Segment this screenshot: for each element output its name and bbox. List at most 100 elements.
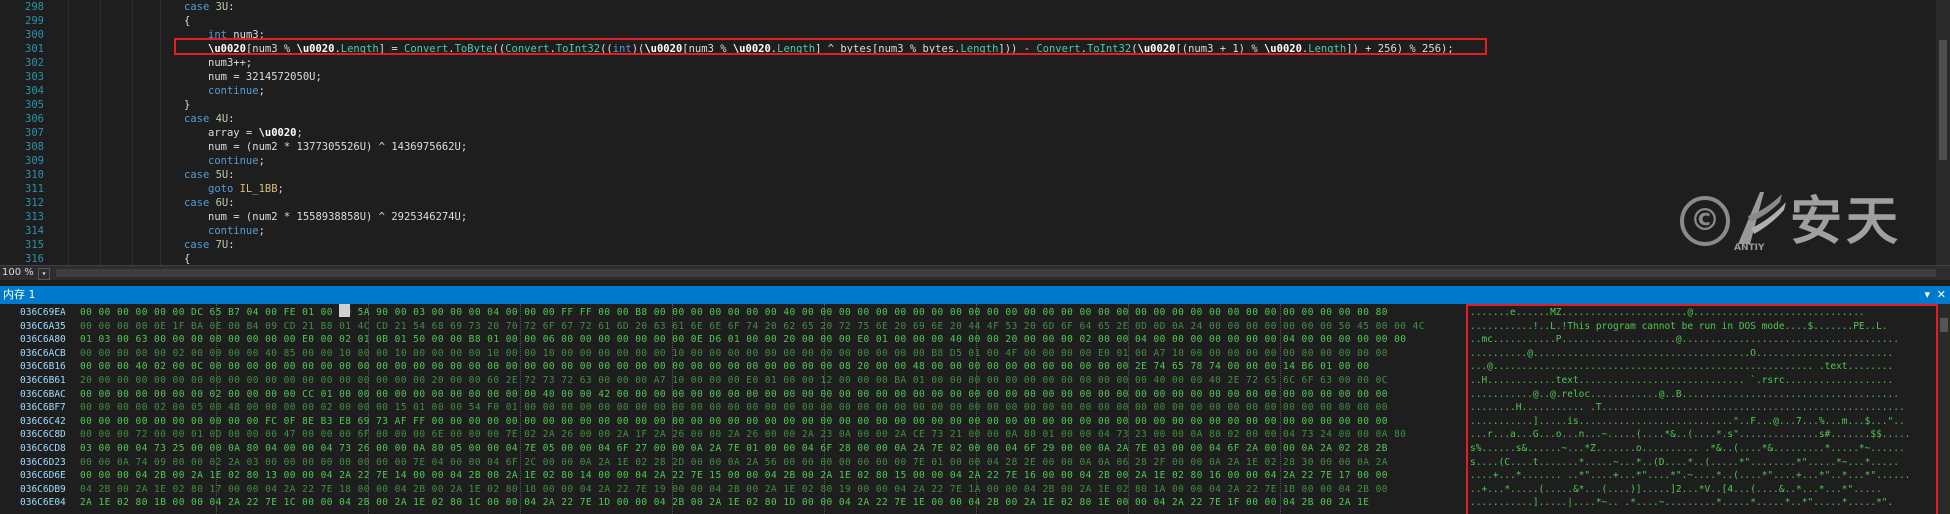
memory-hex-row[interactable]: 00 00 00 40 02 00 0C 00 00 00 00 00 00 0…	[80, 360, 1369, 374]
line-number: 299	[25, 15, 44, 27]
line-number: 301	[25, 43, 44, 55]
line-number: 303	[25, 71, 44, 83]
line-number: 316	[25, 253, 44, 265]
watermark-chinese: 安天	[1790, 192, 1903, 252]
memory-close-icon[interactable]: ✕	[1937, 286, 1946, 304]
code-token: 3U	[215, 1, 229, 13]
memory-hex-row[interactable]: 03 00 00 04 73 25 00 00 0A 80 04 00 00 0…	[80, 442, 1388, 456]
code-token: IL_1BB	[239, 183, 278, 195]
code-line[interactable]: continue;	[208, 154, 265, 168]
code-line[interactable]: goto IL_1BB;	[208, 182, 284, 196]
memory-window-header: 内存 1 ▾ ✕	[0, 286, 1950, 304]
memory-hex-row[interactable]: 00 00 00 00 00 02 00 00 00 00 40 85 00 0…	[80, 347, 1388, 361]
memory-hex-row[interactable]: 00 00 00 00 0E 1F BA 0E 00 B4 09 CD 21 B…	[80, 320, 1425, 334]
code-token: ;	[296, 127, 303, 139]
code-token: :	[228, 197, 235, 209]
memory-address: 036C6D6E	[20, 470, 66, 482]
line-number: 302	[25, 57, 44, 69]
code-line[interactable]: num = (num2 * 1377305526U) ^ 1436975662U…	[208, 140, 467, 154]
code-token: continue	[208, 155, 259, 167]
code-token: :	[228, 239, 235, 251]
code-line[interactable]: continue;	[208, 84, 265, 98]
code-token: goto	[208, 183, 240, 195]
code-line[interactable]: num = 3214572050U;	[208, 70, 322, 84]
memory-hex-row[interactable]: 2A 1E 02 80 1B 00 00 04 2A 22 7E 1C 00 0…	[80, 496, 1369, 510]
memory-hex-row[interactable]: 04 2B 00 2A 1E 02 80 17 00 00 04 2A 22 7…	[80, 483, 1388, 497]
memory-address: 036C6BAC	[20, 388, 66, 400]
code-editor[interactable]: 298 299 300 301 302 303 304 305 306 307 308 309 310 3…	[0, 0, 1950, 265]
code-token: continue	[208, 85, 259, 97]
code-token: 5U	[215, 169, 229, 181]
memory-address: 036C6C42	[20, 415, 66, 427]
code-line[interactable]: {	[184, 252, 190, 265]
memory-address: 036C6B16	[20, 361, 66, 373]
code-token: {	[184, 253, 191, 265]
memory-address: 036C6A80	[20, 334, 66, 346]
code-line[interactable]: case 6U:	[184, 196, 235, 210]
memory-hex-row[interactable]: 00 00 00 72 00 00 01 0D 00 00 00 47 00 0…	[80, 428, 1406, 442]
memory-address: 036C6E04	[20, 497, 66, 509]
memory-address: 036C6CD8	[20, 443, 66, 454]
memory-address: 036C6ACB	[20, 347, 66, 359]
code-line[interactable]: num3++;	[208, 56, 252, 70]
code-token: :	[228, 113, 235, 125]
line-number: 307	[25, 127, 44, 139]
code-token: {	[184, 15, 191, 27]
code-line[interactable]: case 5U:	[184, 168, 235, 182]
memory-vertical-scrollbar[interactable]	[1938, 304, 1950, 514]
code-token: case	[184, 197, 216, 209]
antiy-watermark: © ANTIY 安天	[1680, 188, 1920, 258]
code-line[interactable]: }	[184, 98, 190, 112]
indent-guide	[132, 0, 133, 265]
code-line[interactable]: case 3U:	[184, 0, 235, 14]
line-number: 298	[25, 1, 44, 13]
memory-address: 036C69EA	[20, 307, 66, 318]
editor-vertical-scrollbar[interactable]	[1936, 0, 1950, 265]
code-token: num3++;	[208, 57, 253, 69]
line-number: 312	[25, 197, 44, 209]
code-token: :	[228, 169, 235, 181]
code-token: }	[184, 99, 191, 111]
memory-hex-row[interactable]: 00 00 00 04 2B 00 2A 1E 02 80 13 00 00 0…	[80, 469, 1388, 483]
watermark-brand: ANTIY	[1734, 243, 1765, 253]
line-number: 314	[25, 225, 44, 237]
code-line[interactable]: {	[184, 14, 190, 28]
memory-scroll-thumb[interactable]	[1940, 318, 1948, 332]
memory-window-title[interactable]: 内存 1	[3, 286, 36, 304]
editor-horizontal-scrollbar[interactable]	[56, 269, 1936, 277]
zoom-level[interactable]: 100 %	[2, 266, 34, 280]
memory-hex-row[interactable]: 00 00 0A 74 09 00 00 02 2A 03 00 00 00 0…	[80, 456, 1388, 470]
indent-guide	[100, 0, 101, 265]
code-token: ;	[258, 85, 265, 97]
code-token: case	[184, 239, 216, 251]
selected-byte-cursor	[339, 304, 350, 317]
memory-hex-row[interactable]: 01 03 00 63 00 00 00 00 00 00 00 00 E0 0…	[80, 333, 1406, 347]
memory-address: 036C6B61	[20, 375, 66, 386]
code-token: 6U	[215, 197, 229, 209]
memory-hex-row[interactable]: 00 00 00 00 00 00 00 00 00 00 FC 0F 8E B…	[80, 415, 1388, 429]
memory-dropdown-icon[interactable]: ▾	[1924, 286, 1930, 304]
memory-hex-row[interactable]: 00 00 00 00 00 00 00 02 00 00 00 00 CC 0…	[80, 388, 1388, 402]
code-line[interactable]: array = \u0020;	[208, 126, 303, 140]
code-token: case	[184, 1, 216, 13]
code-line[interactable]: num = (num2 * 1558938858U) ^ 2925346274U…	[208, 210, 467, 224]
code-token: case	[184, 169, 216, 181]
memory-hex-row[interactable]: 00 00 00 00 00 00 DC 65 B7 04 00 FE 01 0…	[80, 306, 1388, 320]
code-line[interactable]: case 7U:	[184, 238, 235, 252]
line-number: 306	[25, 113, 44, 125]
editor-scroll-thumb[interactable]	[1939, 40, 1947, 160]
code-token: ;	[258, 155, 265, 167]
code-line[interactable]: continue;	[208, 224, 265, 238]
memory-hex-row[interactable]: 00 00 00 00 02 00 05 00 48 00 00 00 00 0…	[80, 401, 1388, 415]
editor-status-bar: 100 % ▾	[0, 265, 1950, 280]
line-number: 309	[25, 155, 44, 167]
line-number: 305	[25, 99, 44, 111]
code-token: num = 3214572050U;	[208, 71, 322, 83]
antiy-logo-icon	[1738, 192, 1786, 244]
memory-address: 036C6D23	[20, 456, 66, 468]
zoom-dropdown-icon[interactable]: ▾	[38, 268, 50, 280]
memory-hex-row[interactable]: 20 00 00 00 00 00 00 00 00 00 00 00 00 0…	[80, 374, 1388, 388]
indent-guide	[160, 0, 161, 265]
code-token: array =	[208, 127, 259, 139]
code-line[interactable]: case 4U:	[184, 112, 235, 126]
